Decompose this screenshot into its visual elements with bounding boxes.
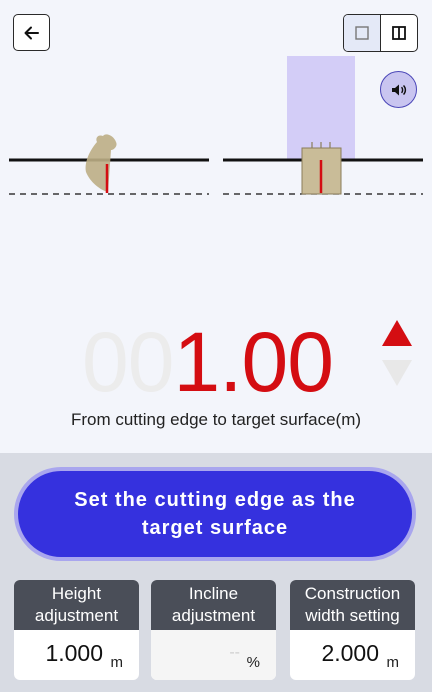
- single-square-icon: [355, 26, 369, 40]
- readout-value: 1.00: [173, 315, 333, 409]
- speaker-icon: [391, 84, 406, 95]
- single-view-button[interactable]: [344, 15, 381, 51]
- height-adjustment-value-area: 1.000 m: [14, 630, 139, 680]
- height-readout: 00 1.00: [82, 314, 334, 414]
- height-adjustment-value: 1.000: [45, 640, 103, 666]
- sound-toggle-button[interactable]: [380, 71, 417, 108]
- bucket-position-diagram: [9, 56, 423, 195]
- control-panel: Set the cutting edge as the target surfa…: [0, 453, 432, 692]
- construction-width-label: Construction width setting: [290, 580, 415, 630]
- construction-width-unit: m: [386, 654, 400, 671]
- split-view-button[interactable]: [381, 15, 417, 51]
- set-target-surface-button[interactable]: Set the cutting edge as the target surfa…: [14, 467, 416, 561]
- incline-adjustment-unit: %: [246, 654, 260, 671]
- bucket-side-view: [85, 134, 117, 192]
- height-adjustment-label: Height adjustment: [14, 580, 139, 630]
- excavation-guidance-screen: 00 1.00 From cutting edge to target surfa…: [0, 0, 432, 692]
- construction-width-value: 2.000: [321, 640, 379, 666]
- readout-caption: From cutting edge to target surface(m): [70, 410, 362, 429]
- direction-down-indicator: [382, 360, 412, 386]
- direction-up-indicator: [382, 320, 412, 346]
- incline-adjustment-value: --: [229, 644, 240, 661]
- height-adjustment-unit: m: [110, 654, 124, 671]
- height-adjustment-card[interactable]: Height adjustment 1.000 m: [14, 580, 139, 680]
- incline-adjustment-label: Incline adjustment: [151, 580, 276, 630]
- readout-leading-digits: 00: [82, 315, 174, 409]
- construction-width-card[interactable]: Construction width setting 2.000 m: [290, 580, 415, 680]
- split-square-icon: [392, 26, 406, 40]
- back-button[interactable]: [13, 14, 50, 51]
- view-mode-toggle: [343, 14, 418, 52]
- arrow-left-icon: [24, 26, 39, 39]
- incline-adjustment-value-area: -- %: [151, 630, 276, 680]
- incline-adjustment-card[interactable]: Incline adjustment -- %: [151, 580, 276, 680]
- construction-width-value-area: 2.000 m: [290, 630, 415, 680]
